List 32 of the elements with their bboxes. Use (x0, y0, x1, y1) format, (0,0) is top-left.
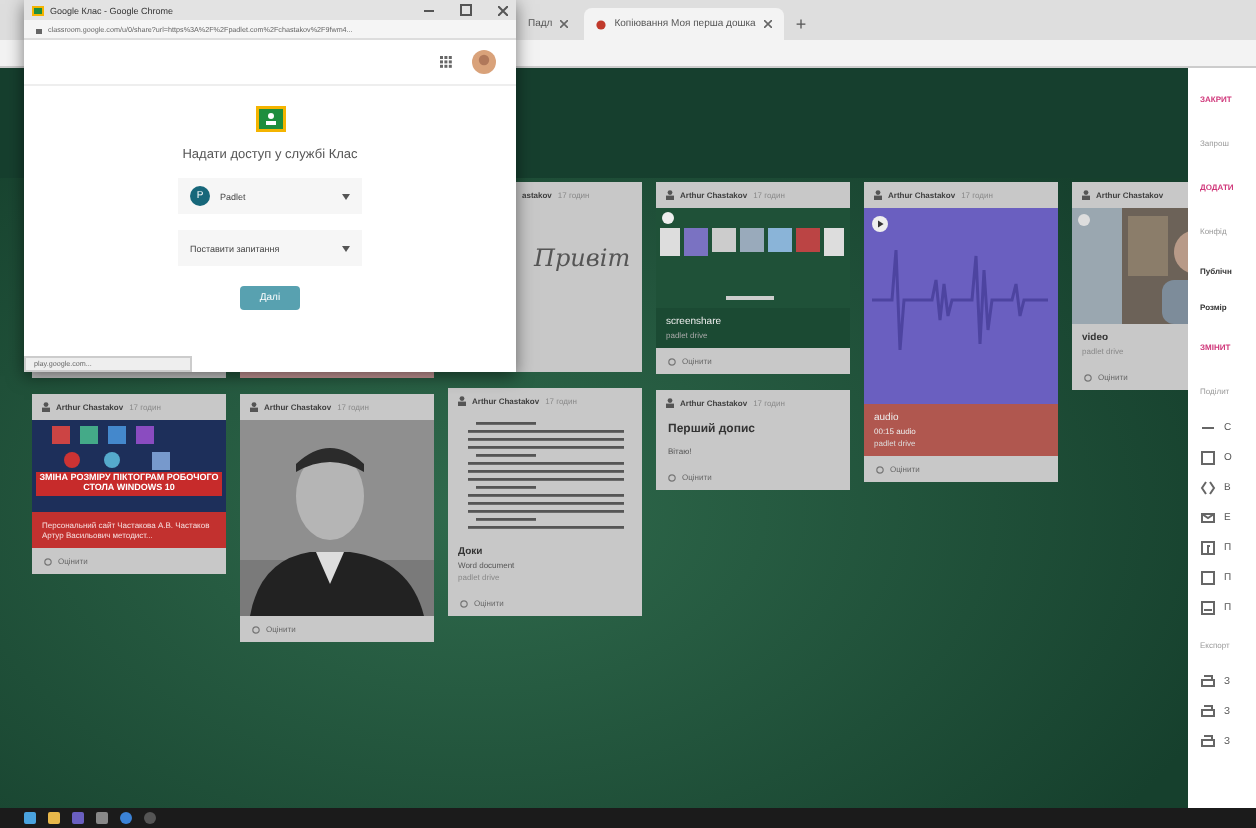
minimize-icon[interactable] (424, 9, 434, 11)
new-tab-button[interactable]: + (787, 14, 815, 40)
facebook-icon (1200, 539, 1216, 555)
user-icon (1082, 190, 1090, 200)
user-icon (666, 190, 674, 200)
caret-icon (342, 193, 350, 199)
caret-icon (342, 245, 350, 251)
user-icon (874, 190, 882, 200)
lock-icon (36, 25, 42, 33)
browser-icon[interactable] (120, 812, 132, 824)
printer-icon (1200, 703, 1216, 719)
apps-icon[interactable] (440, 56, 452, 68)
search-icon[interactable] (144, 812, 156, 824)
code-icon (1200, 479, 1216, 495)
user-icon (250, 402, 258, 412)
maximize-icon[interactable] (460, 4, 472, 16)
close-icon[interactable] (498, 5, 508, 15)
close-icon[interactable] (560, 20, 569, 28)
windows-icon[interactable] (24, 812, 36, 824)
mail-icon (1200, 509, 1216, 525)
play-icon (872, 216, 888, 232)
user-icon (666, 398, 674, 408)
user-icon (42, 402, 50, 412)
folder-icon[interactable] (48, 812, 60, 824)
user-icon (458, 396, 466, 406)
close-icon[interactable] (763, 20, 772, 28)
avatar[interactable] (472, 50, 496, 74)
printer-icon (1200, 733, 1216, 749)
handwriting: Привіт (531, 242, 633, 276)
printer-icon (1200, 673, 1216, 689)
padlet-icon (596, 19, 607, 29)
classroom-logo (255, 106, 285, 132)
